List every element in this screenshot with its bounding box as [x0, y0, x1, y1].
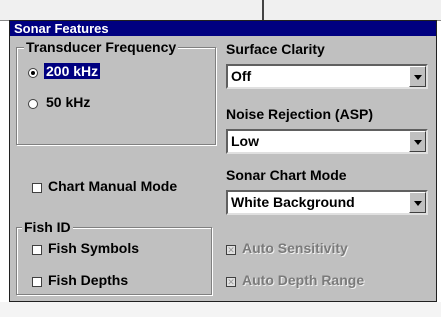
fish-depths-label[interactable]: Fish Depths	[48, 272, 128, 288]
chart-manual-mode-checkbox[interactable]	[32, 183, 42, 193]
chart-manual-mode-label[interactable]: Chart Manual Mode	[48, 178, 177, 194]
surface-clarity-label: Surface Clarity	[226, 41, 325, 57]
radio-200khz[interactable]	[28, 68, 38, 78]
surface-clarity-value: Off	[231, 68, 252, 84]
background-divider	[262, 0, 264, 20]
auto-depth-range-checkbox[interactable]: ✕	[226, 277, 236, 287]
chevron-down-icon	[414, 140, 422, 145]
fish-id-label: Fish ID	[22, 219, 73, 235]
surface-clarity-select[interactable]: Off	[226, 64, 428, 89]
radio-50khz[interactable]	[28, 99, 38, 109]
auto-depth-range-label[interactable]: Auto Depth Range	[242, 272, 364, 288]
sonar-chart-mode-value: White Background	[231, 194, 355, 210]
fish-symbols-label[interactable]: Fish Symbols	[48, 240, 139, 256]
sonar-chart-mode-dropdown-button[interactable]	[409, 192, 426, 213]
radio-50khz-label[interactable]: 50 kHz	[46, 94, 90, 110]
chevron-down-icon	[414, 75, 422, 80]
transducer-frequency-label: Transducer Frequency	[24, 39, 179, 55]
surface-clarity-dropdown-button[interactable]	[409, 66, 426, 87]
auto-sensitivity-checkbox[interactable]: ✕	[226, 245, 236, 255]
background-window-bottom	[0, 302, 441, 317]
noise-rejection-value: Low	[231, 133, 259, 149]
radio-200khz-label[interactable]: 200 kHz	[44, 63, 101, 79]
chevron-down-icon	[414, 201, 422, 206]
noise-rejection-select[interactable]: Low	[226, 129, 428, 154]
noise-rejection-label: Noise Rejection (ASP)	[226, 106, 374, 122]
fish-symbols-checkbox[interactable]	[32, 245, 42, 255]
dialog-title[interactable]: Sonar Features	[10, 21, 436, 36]
sonar-chart-mode-label: Sonar Chart Mode	[226, 167, 347, 183]
fish-depths-checkbox[interactable]	[32, 277, 42, 287]
background-window-top	[0, 0, 441, 21]
sonar-chart-mode-select[interactable]: White Background	[226, 190, 428, 215]
auto-sensitivity-label[interactable]: Auto Sensitivity	[242, 240, 348, 256]
noise-rejection-dropdown-button[interactable]	[409, 131, 426, 152]
sonar-features-dialog: Sonar Features Transducer Frequency 200 …	[9, 20, 437, 302]
